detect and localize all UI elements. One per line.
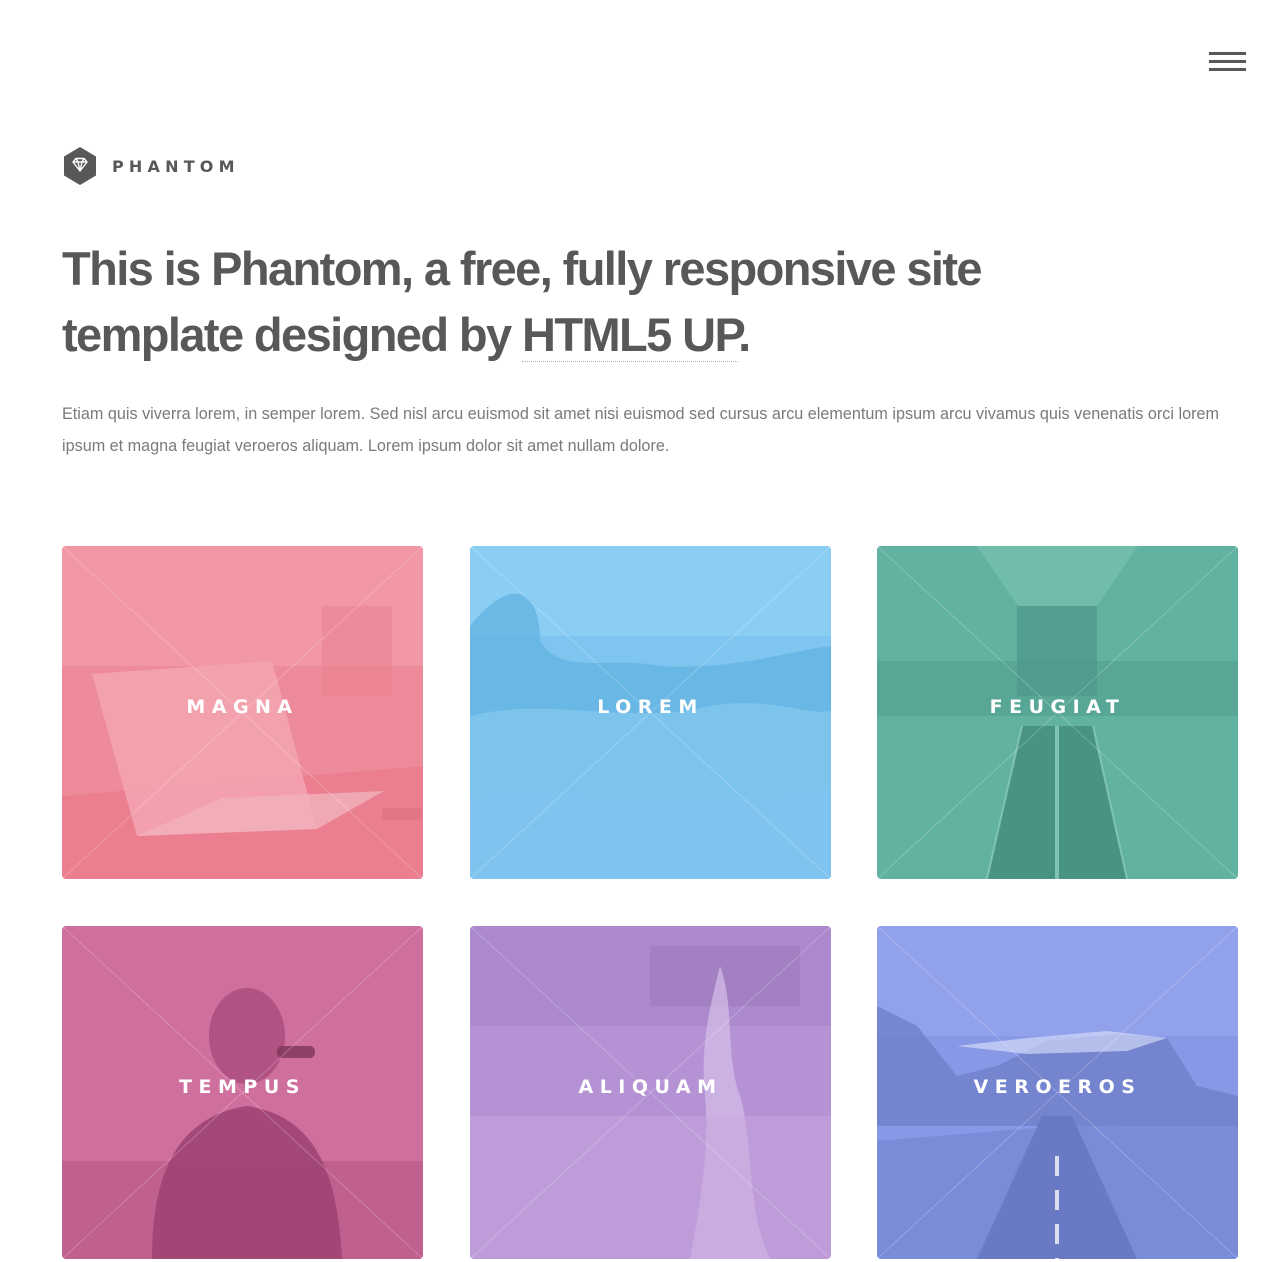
menu-line bbox=[1209, 52, 1246, 55]
tile-magna[interactable]: MAGNA bbox=[62, 546, 423, 879]
tile-aliquam[interactable]: ALIQUAM bbox=[470, 926, 831, 1259]
menu-line bbox=[1209, 60, 1246, 63]
diamond-hexagon-icon bbox=[64, 147, 96, 185]
tile-label: FEUGIAT bbox=[989, 696, 1126, 718]
tile-feugiat[interactable]: FEUGIAT bbox=[877, 546, 1238, 879]
tile-lorem[interactable]: LOREM bbox=[470, 546, 831, 879]
tile-label: VEROEROS bbox=[973, 1076, 1142, 1098]
logo-link[interactable]: PHANTOM bbox=[62, 146, 240, 186]
hamburger-menu-icon[interactable] bbox=[1204, 48, 1250, 80]
tile-label: LOREM bbox=[597, 696, 704, 718]
hero-headline: This is Phantom, a free, fully responsiv… bbox=[62, 236, 1062, 368]
logo-title: PHANTOM bbox=[112, 156, 240, 176]
menu-line bbox=[1209, 68, 1246, 71]
tile-veroeros[interactable]: VEROEROS bbox=[877, 926, 1238, 1259]
tile-label: TEMPUS bbox=[179, 1076, 306, 1098]
tile-label: ALIQUAM bbox=[578, 1076, 723, 1098]
headline-end: . bbox=[738, 308, 751, 361]
hero-intro: Etiam quis viverra lorem, in semper lore… bbox=[62, 405, 1219, 455]
html5up-link[interactable]: HTML5 UP bbox=[522, 308, 740, 362]
tile-tempus[interactable]: TEMPUS bbox=[62, 926, 423, 1259]
tile-label: MAGNA bbox=[186, 696, 299, 718]
page: PHANTOM This is Phantom, a free, fully r… bbox=[0, 0, 1286, 1262]
